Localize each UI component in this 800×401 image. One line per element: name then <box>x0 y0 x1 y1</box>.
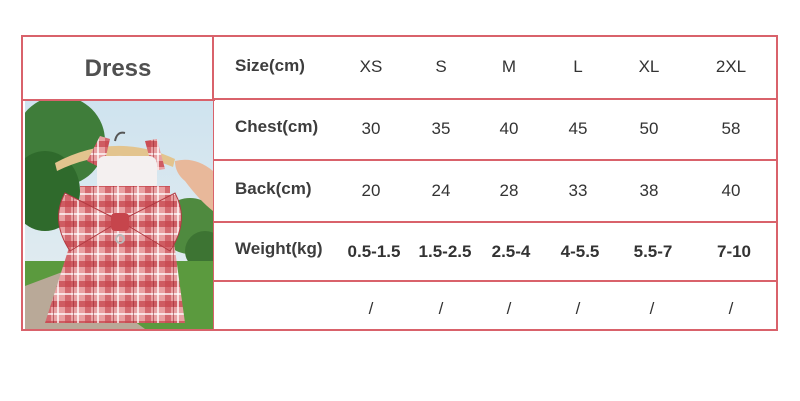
chest-cell: 40 <box>499 119 519 138</box>
back-cell: 20 <box>361 181 381 200</box>
empty-cell: / <box>506 299 512 318</box>
empty-cell: / <box>728 299 734 318</box>
row-label-weight: Weight(kg) <box>235 239 323 258</box>
back-cell: 24 <box>431 181 451 200</box>
back-cell: 38 <box>639 181 659 200</box>
back-cell: 40 <box>721 181 741 200</box>
chest-cell: 45 <box>568 119 588 138</box>
size-cell: XL <box>638 57 660 76</box>
product-title: Dress <box>84 54 152 82</box>
empty-cell: / <box>438 299 444 318</box>
weight-cell: 0.5-1.5 <box>347 242 401 261</box>
back-cell: 28 <box>499 181 519 200</box>
weight-cell: 4-5.5 <box>560 242 600 261</box>
weight-cell: 1.5-2.5 <box>418 242 472 261</box>
size-cell: S <box>435 57 447 76</box>
chest-cell: 58 <box>721 119 741 138</box>
row-divider <box>213 98 776 100</box>
chest-cell: 30 <box>361 119 381 138</box>
size-cell: 2XL <box>715 57 747 76</box>
size-chart-table: Dress Size(cm) Chest(cm) Back(cm) Weight… <box>21 35 778 331</box>
weight-cell: 7-10 <box>716 242 752 261</box>
empty-cell: / <box>368 299 374 318</box>
row-divider <box>213 159 776 161</box>
chest-cell: 50 <box>639 119 659 138</box>
size-cell: M <box>501 57 517 76</box>
back-cell: 33 <box>568 181 588 200</box>
size-cell: L <box>573 57 583 76</box>
chest-cell: 35 <box>431 119 451 138</box>
row-label-size: Size(cm) <box>235 56 305 75</box>
dress-photo <box>25 101 213 329</box>
weight-cell: 2.5-4 <box>491 242 531 261</box>
size-cell: XS <box>359 57 383 76</box>
weight-cell: 5.5-7 <box>633 242 673 261</box>
empty-cell: / <box>575 299 581 318</box>
empty-cell: / <box>649 299 655 318</box>
row-divider <box>213 221 776 223</box>
row-label-chest: Chest(cm) <box>235 117 319 136</box>
row-divider <box>213 280 776 282</box>
row-label-back: Back(cm) <box>235 179 312 198</box>
dress-image-icon <box>25 101 213 329</box>
